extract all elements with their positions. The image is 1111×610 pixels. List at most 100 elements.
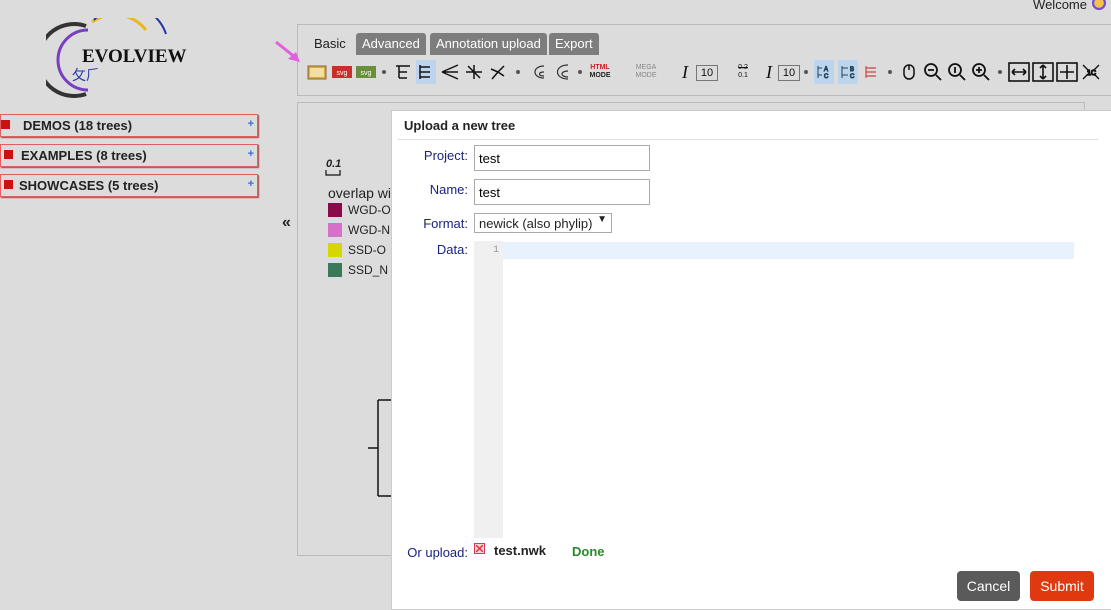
legend-label: WGD-N bbox=[348, 223, 390, 237]
name-label: Name: bbox=[429, 182, 468, 197]
tab-export[interactable]: Export bbox=[549, 33, 599, 55]
toolbar-separator bbox=[804, 70, 808, 74]
svg-text:svg: svg bbox=[361, 70, 372, 77]
folder-icon bbox=[4, 180, 13, 189]
svg-save-icon[interactable]: svg bbox=[356, 60, 376, 84]
submit-button[interactable]: Submit bbox=[1030, 571, 1094, 601]
upload-tree-dialog: Upload a new tree Project: Name: Format:… bbox=[391, 110, 1111, 610]
tab-advanced[interactable]: Advanced bbox=[356, 33, 426, 55]
tree-group-label: DEMOS (18 trees) bbox=[23, 118, 133, 133]
line-number: 1 bbox=[492, 245, 499, 256]
editor-gutter: 1 bbox=[474, 241, 503, 538]
project-input[interactable] bbox=[474, 145, 650, 171]
slanted-tree-icon[interactable] bbox=[416, 60, 436, 84]
legend-label: SSD_N bbox=[348, 263, 389, 277]
radial-tree-icon[interactable] bbox=[464, 60, 484, 84]
italic-font-icon[interactable]: I bbox=[678, 60, 692, 84]
upload-label: Or upload: bbox=[407, 545, 468, 560]
svg-export-icon[interactable]: svg bbox=[332, 60, 352, 84]
curved-branch-icon[interactable] bbox=[526, 60, 546, 84]
pointer-arrow-icon bbox=[275, 40, 300, 62]
html-mode-button[interactable]: HTML MODE bbox=[586, 60, 614, 84]
circular-tree-icon[interactable] bbox=[440, 60, 460, 84]
expand-plus-icon[interactable]: + bbox=[248, 178, 254, 190]
project-label: Project: bbox=[423, 148, 468, 163]
mouse-icon[interactable] bbox=[900, 60, 918, 84]
upload-status: Done bbox=[572, 544, 605, 559]
folder-icon bbox=[4, 150, 13, 159]
leaf-order-icon[interactable] bbox=[862, 60, 882, 84]
folder-icon bbox=[1, 120, 10, 129]
html-mode-label: HTML bbox=[590, 64, 610, 71]
tab-basic[interactable]: Basic bbox=[308, 33, 352, 55]
expand-horizontal-icon[interactable] bbox=[1008, 60, 1030, 84]
align-leaf-icon[interactable]: AC bbox=[814, 60, 834, 84]
mega-mode-label: MEGA bbox=[635, 64, 657, 71]
tree-group-examples[interactable]: EXAMPLES (8 trees) + bbox=[0, 144, 258, 167]
toolbar-separator bbox=[382, 70, 386, 74]
mega-mode-sub: MODE bbox=[635, 72, 657, 79]
toolbar-separator bbox=[516, 70, 520, 74]
tree-group-label: EXAMPLES (8 trees) bbox=[21, 148, 147, 163]
toolbar-separator bbox=[578, 70, 582, 74]
legend-label: SSD-O bbox=[348, 243, 387, 257]
welcome-text: Welcome bbox=[1033, 0, 1087, 12]
legend-label: WGD-O bbox=[348, 203, 391, 217]
branch-length-top: 0.2 bbox=[738, 64, 748, 71]
logo-text: EVOLVIEW bbox=[82, 46, 187, 67]
toolbar: svg svg HTML MODE MEGA MODE I 10 0.2 0.1… bbox=[306, 60, 1111, 86]
expand-vertical-icon[interactable] bbox=[1032, 60, 1054, 84]
tree-group-label: SHOWCASES (5 trees) bbox=[19, 178, 159, 193]
branch-length-bottom: 0.1 bbox=[738, 72, 748, 79]
expand-plus-icon[interactable]: + bbox=[248, 118, 254, 130]
svg-text:B: B bbox=[850, 67, 854, 73]
mega-mode-button[interactable]: MEGA MODE bbox=[624, 60, 668, 84]
italic-font-icon[interactable]: I bbox=[762, 60, 776, 84]
svg-text:C: C bbox=[824, 74, 829, 80]
zoom-out-icon[interactable] bbox=[922, 60, 944, 84]
expand-plus-icon[interactable]: + bbox=[248, 148, 254, 160]
format-select[interactable]: newick (also phylip) ▼ bbox=[474, 213, 612, 233]
expand-all-icon[interactable] bbox=[1056, 60, 1078, 84]
toolbar-separator bbox=[998, 70, 1002, 74]
zoom-reset-icon[interactable] bbox=[946, 60, 968, 84]
data-editor[interactable]: 1 bbox=[474, 241, 1074, 538]
toolbar-separator bbox=[888, 70, 892, 74]
name-input[interactable] bbox=[474, 179, 650, 205]
svg-text:1C: 1C bbox=[1087, 70, 1096, 77]
legend-swatch bbox=[328, 263, 342, 277]
evolview-logo: EVOLVIEW ⺙⺁ bbox=[46, 18, 187, 98]
user-avatar-icon[interactable] bbox=[1091, 0, 1107, 11]
legend-swatch bbox=[328, 243, 342, 257]
align-leaf-alt-icon[interactable]: BC bbox=[838, 60, 858, 84]
broken-file-icon bbox=[474, 543, 485, 554]
active-line bbox=[503, 242, 1074, 259]
legend-swatch bbox=[328, 203, 342, 217]
html-mode-sub: MODE bbox=[589, 72, 611, 79]
collapse-sidebar-button[interactable]: « bbox=[282, 214, 291, 232]
svg-text:A: A bbox=[824, 67, 828, 73]
chevron-down-icon: ▼ bbox=[597, 214, 607, 225]
font-size-box[interactable]: 10 bbox=[696, 65, 718, 81]
tree-group-showcases[interactable]: SHOWCASES (5 trees) + bbox=[0, 174, 258, 197]
font-size-box[interactable]: 10 bbox=[778, 65, 800, 81]
svg-text:⺙⺁: ⺙⺁ bbox=[72, 68, 100, 84]
svg-text:C: C bbox=[850, 74, 855, 80]
format-selected-value: newick (also phylip) bbox=[479, 216, 593, 231]
zoom-in-icon[interactable] bbox=[970, 60, 992, 84]
rectangular-tree-icon[interactable] bbox=[394, 60, 412, 84]
legend-swatch bbox=[328, 223, 342, 237]
upload-tree-button[interactable] bbox=[306, 60, 328, 84]
branch-length-button[interactable]: 0.2 0.1 bbox=[732, 60, 754, 84]
curved-branch-alt-icon[interactable] bbox=[550, 60, 570, 84]
cancel-button[interactable]: Cancel bbox=[957, 571, 1020, 601]
upload-filename: test.nwk bbox=[494, 543, 547, 558]
dialog-title: Upload a new tree bbox=[404, 118, 516, 133]
data-label: Data: bbox=[436, 242, 468, 257]
tab-annotation-upload[interactable]: Annotation upload bbox=[430, 33, 547, 55]
unrooted-tree-icon[interactable] bbox=[488, 60, 508, 84]
format-label: Format: bbox=[423, 216, 468, 231]
reset-layout-icon[interactable]: 1C bbox=[1080, 60, 1102, 84]
tree-group-demos[interactable]: DEMOS (18 trees) + bbox=[0, 114, 258, 137]
svg-text:svg: svg bbox=[337, 70, 348, 77]
